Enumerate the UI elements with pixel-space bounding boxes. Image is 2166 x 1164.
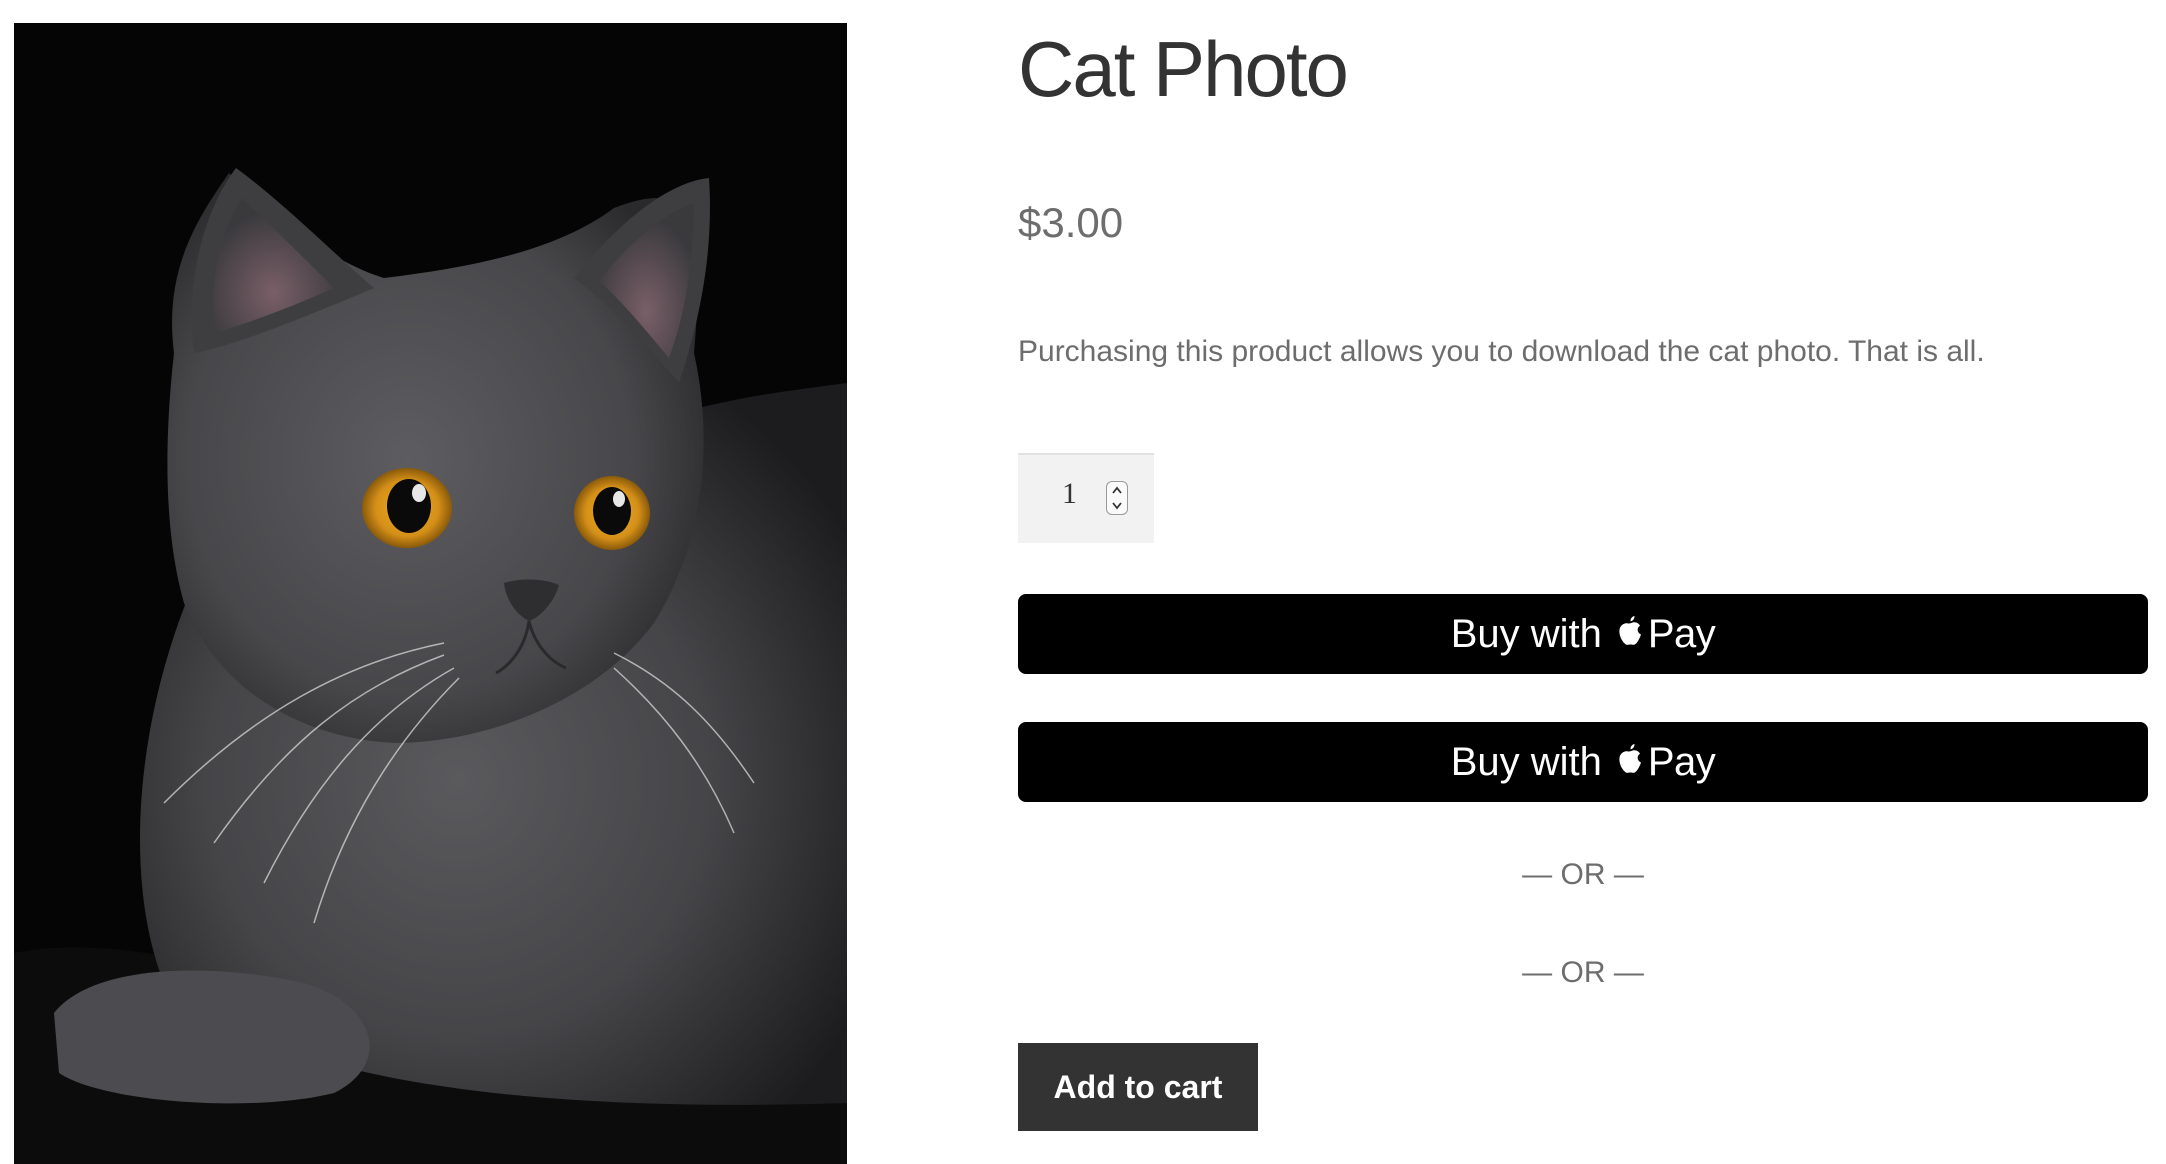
apple-icon	[1619, 744, 1641, 773]
cat-photo	[14, 23, 847, 1164]
apple-pay-button[interactable]: Buy with Pay	[1018, 722, 2148, 802]
pay-button-label: Buy with	[1450, 611, 1602, 656]
pay-button-brand: Pay	[1647, 739, 1716, 784]
chevron-down-icon[interactable]	[1107, 498, 1127, 514]
product-price: $3.00	[1018, 199, 1124, 246]
quantity-field[interactable]: 1	[1018, 453, 1154, 543]
or-separator: — OR —	[1522, 858, 1644, 891]
chevron-up-icon[interactable]	[1107, 482, 1127, 498]
product-title: Cat Photo	[1018, 25, 1349, 113]
apple-icon	[1619, 616, 1641, 645]
product-description: Purchasing this product allows you to do…	[1018, 335, 1985, 368]
product-page: Cat Photo $3.00 Purchasing this product …	[0, 0, 2166, 1164]
quantity-value[interactable]: 1	[1062, 479, 1077, 509]
pay-button-brand: Pay	[1647, 611, 1716, 656]
apple-pay-button[interactable]: Buy with Pay	[1018, 594, 2148, 674]
product-image[interactable]	[14, 23, 847, 1164]
or-separator: — OR —	[1522, 956, 1644, 989]
add-to-cart-button[interactable]: Add to cart	[1018, 1043, 1258, 1131]
quantity-stepper[interactable]	[1106, 481, 1128, 515]
pay-button-label: Buy with	[1450, 739, 1602, 784]
